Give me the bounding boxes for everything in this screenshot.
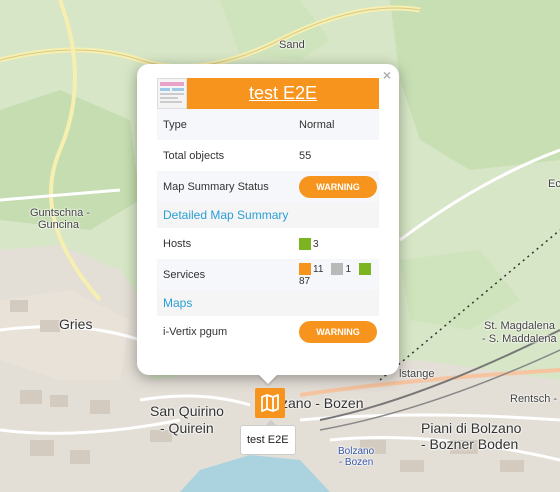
map-thumbnail[interactable] (157, 78, 187, 109)
place-rentsch: Rentsch - (510, 393, 558, 405)
place-gries: Gries (59, 316, 93, 332)
services-label: Services (157, 259, 299, 290)
status-cell: WARNING (299, 171, 379, 202)
place-sand: Sand (279, 39, 305, 51)
service-warning-count: 11 (313, 263, 324, 275)
hosts-label: Hosts (163, 237, 192, 250)
map-view[interactable]: Sand Guntschna - Guncina Gries San Quiri… (0, 0, 560, 492)
summary-table: Type Normal Total objects 55 Map Summary… (157, 109, 379, 347)
host-status-square[interactable] (299, 237, 311, 250)
marker-tooltip: test E2E (240, 420, 296, 455)
popup-title-link[interactable]: test E2E (187, 78, 379, 109)
section-header-row: Detailed Map Summary (157, 202, 379, 228)
type-value: Normal (299, 109, 379, 140)
place-guncina: Guncina (38, 219, 79, 231)
total-objects-label: Total objects (163, 149, 225, 162)
status-warning-badge[interactable]: WARNING (299, 175, 377, 198)
map-item-warning-badge[interactable]: WARNING (299, 320, 377, 343)
table-row: i-Vertix pgum WARNING (157, 316, 379, 347)
station-name-1: Bolzano (338, 446, 375, 457)
place-guntschna: Guntschna - (30, 207, 90, 219)
place-ec: Ec (548, 178, 560, 190)
service-warning-square[interactable] (299, 262, 311, 275)
map-marker[interactable] (255, 388, 285, 418)
service-unknown-square[interactable] (331, 262, 344, 275)
popup-content: test E2E Type Normal Total objects 55 Ma… (157, 78, 379, 347)
popup-tip (258, 374, 278, 384)
section-header-row: Maps (157, 290, 379, 316)
total-objects-value: 55 (299, 149, 312, 162)
service-ok-square[interactable] (359, 262, 372, 275)
place-quirein: - Quirein (160, 420, 214, 436)
map-item-status-cell: WARNING (299, 316, 379, 347)
host-status-count: 3 (313, 238, 319, 250)
maps-header: Maps (157, 290, 379, 316)
service-unknown-count: 1 (345, 263, 352, 275)
map-summary-status-label: Map Summary Status (157, 171, 299, 202)
popup-header: test E2E (157, 78, 379, 109)
station-bolzano: Bolzano - Bozen (338, 446, 374, 468)
station-name-2: - Bozen (338, 457, 374, 468)
table-row: Total objects 55 (157, 140, 379, 171)
table-row: Hosts 3 (157, 228, 379, 259)
place-s-maddalena: - S. Maddalena (482, 333, 557, 345)
place-bozen: zano - Bozen (281, 395, 364, 411)
detailed-summary-header: Detailed Map Summary (157, 202, 379, 228)
table-row: Type Normal (157, 109, 379, 140)
map-popup: × test E2E Type Normal Total objects 55 … (137, 64, 399, 375)
table-row: Map Summary Status WARNING (157, 171, 379, 202)
place-bozner-boden: - Bozner Boden (421, 436, 519, 452)
place-piani: Piani di Bolzano (421, 420, 522, 436)
service-ok-count: 87 (299, 275, 311, 287)
hosts-cell: 3 (299, 228, 379, 259)
table-row: Services 11 1 87 (157, 259, 379, 290)
close-icon[interactable]: × (383, 68, 391, 82)
map-icon (261, 394, 279, 412)
place-stange: lstange (399, 368, 435, 380)
place-san-quirino: San Quirino (150, 403, 224, 419)
place-st-magdalena: St. Magdalena (484, 320, 555, 332)
type-label: Type (157, 109, 299, 140)
services-cell: 11 1 87 (299, 259, 379, 290)
map-item-label: i-Vertix pgum (163, 325, 228, 338)
